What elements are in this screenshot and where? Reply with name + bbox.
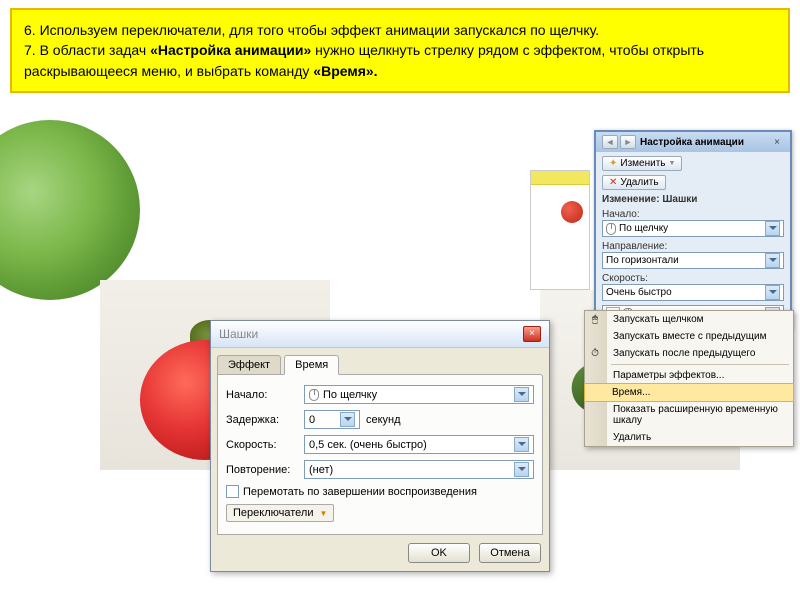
close-icon[interactable]: ×: [523, 326, 541, 342]
pane-close-icon[interactable]: ×: [770, 137, 784, 148]
instruction-item-6: 6. Используем переключатели, для того чт…: [24, 20, 776, 40]
mouse-icon: [606, 223, 616, 235]
nav-back-icon[interactable]: ◄: [602, 135, 618, 149]
label-speed: Скорость:: [226, 439, 304, 451]
timing-dialog: Шашки × Эффект Время Начало: По щелчку З…: [210, 320, 550, 572]
clock-icon: ⏱: [588, 347, 602, 361]
speed-dropdown[interactable]: 0,5 сек. (очень быстро): [304, 435, 534, 454]
pane-section: Изменение: Шашки: [602, 194, 784, 205]
chevron-down-icon[interactable]: [765, 285, 780, 300]
slide-thumbnail: [530, 170, 590, 290]
menu-delete[interactable]: Удалить: [585, 429, 793, 446]
instruction-item-7: 7. В области задач «Настройка анимации» …: [24, 40, 776, 81]
instruction-panel: 6. Используем переключатели, для того чт…: [10, 8, 790, 93]
pane-title: Настройка анимации: [640, 137, 744, 148]
pane-start-dropdown[interactable]: По щелчку: [602, 220, 784, 237]
pane-dir-dropdown[interactable]: По горизонтали: [602, 252, 784, 269]
mouse-icon: [309, 389, 319, 401]
triggers-button[interactable]: Переключатели ▼: [226, 504, 334, 522]
spinner-icon[interactable]: [340, 412, 355, 427]
chevron-down-icon[interactable]: [514, 462, 529, 477]
chevron-down-icon[interactable]: [765, 221, 780, 236]
menu-start-with-prev[interactable]: Запускать вместе с предыдущим: [585, 328, 793, 345]
mouse-icon: 🖱: [588, 313, 602, 327]
animation-task-pane: ◄ ► Настройка анимации × ✦ Изменить ▼ ✕ …: [594, 130, 792, 329]
delay-unit: секунд: [366, 414, 401, 426]
expand-icon: ▼: [319, 509, 327, 518]
cancel-button[interactable]: Отмена: [479, 543, 541, 563]
pane-nav: ◄ ►: [602, 135, 636, 149]
dialog-titlebar: Шашки ×: [211, 321, 549, 348]
chevron-down-icon[interactable]: [514, 437, 529, 452]
label-start: Начало:: [226, 389, 304, 401]
rewind-checkbox[interactable]: [226, 485, 239, 498]
pane-label-speed: Скорость:: [602, 273, 784, 284]
pane-label-dir: Направление:: [602, 241, 784, 252]
pane-label-start: Начало:: [602, 209, 784, 220]
menu-start-after-prev[interactable]: ⏱ Запускать после предыдущего: [585, 345, 793, 362]
chevron-down-icon[interactable]: [514, 387, 529, 402]
dialog-title: Шашки: [219, 327, 258, 341]
label-repeat: Повторение:: [226, 464, 304, 476]
effect-context-menu: 🖱 Запускать щелчком Запускать вместе с п…: [584, 310, 794, 447]
menu-timing[interactable]: Время...: [584, 383, 794, 402]
delay-spinner[interactable]: 0: [304, 410, 360, 429]
menu-effect-options[interactable]: Параметры эффектов...: [585, 367, 793, 384]
chevron-down-icon[interactable]: [765, 253, 780, 268]
tab-effect[interactable]: Эффект: [217, 355, 281, 374]
change-button[interactable]: ✦ Изменить ▼: [602, 156, 682, 171]
pane-speed-dropdown[interactable]: Очень быстро: [602, 284, 784, 301]
repeat-dropdown[interactable]: (нет): [304, 460, 534, 479]
menu-show-timeline[interactable]: Показать расширенную временную шкалу: [585, 401, 793, 429]
start-dropdown[interactable]: По щелчку: [304, 385, 534, 404]
tab-time[interactable]: Время: [284, 355, 339, 375]
menu-start-on-click[interactable]: 🖱 Запускать щелчком: [585, 311, 793, 328]
cabbage-image: [0, 120, 140, 300]
rewind-label: Перемотать по завершении воспроизведения: [243, 486, 477, 498]
ok-button[interactable]: OK: [408, 543, 470, 563]
nav-fwd-icon[interactable]: ►: [620, 135, 636, 149]
label-delay: Задержка:: [226, 414, 304, 426]
remove-button[interactable]: ✕ Удалить: [602, 175, 666, 190]
